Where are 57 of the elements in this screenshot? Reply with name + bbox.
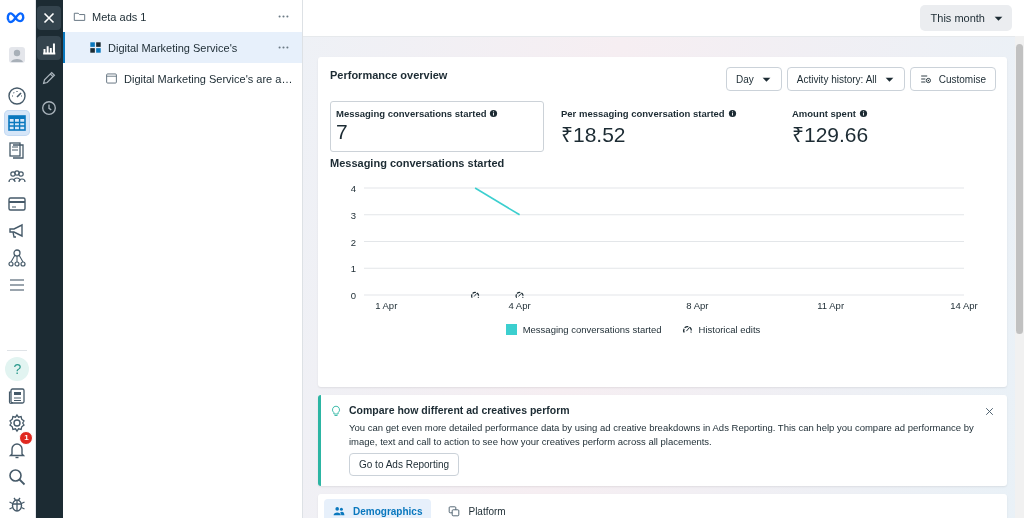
x-tick-label: 14 Apr (950, 300, 978, 311)
info-icon[interactable] (858, 109, 868, 118)
metric-tile[interactable]: Per messaging conversation started ₹18.52 (555, 101, 775, 152)
chart-title: Messaging conversations started (330, 157, 506, 169)
tree-item[interactable]: Meta ads 1 (63, 1, 302, 32)
y-tick-label: 0 (350, 290, 356, 301)
tree-label: Digital Marketing Service's are a… (124, 72, 293, 85)
legend-label: Messaging conversations started (522, 324, 662, 335)
dropdown-button[interactable]: Day (725, 67, 782, 91)
x-tick-label: 4 Apr (508, 300, 531, 311)
tip-title: Compare how different ad creatives perform (349, 404, 570, 416)
scrollbar[interactable] (1015, 36, 1024, 518)
tree-item[interactable]: Digital Marketing Service's are a… (63, 63, 302, 94)
metric-label: Per messaging conversation started (561, 108, 725, 119)
metric-value: ₹129.66 (792, 122, 870, 148)
date-range-dropdown[interactable]: This month (919, 5, 1012, 31)
sliders-icon (919, 73, 932, 85)
grid-icon (89, 41, 102, 54)
y-tick-label: 4 (350, 183, 356, 194)
info-icon[interactable] (489, 109, 499, 118)
x-tick-label: 1 Apr (375, 300, 398, 311)
table-icon[interactable] (4, 110, 31, 136)
tree-item[interactable]: Digital Marketing Service's (63, 32, 302, 63)
info-icon[interactable] (727, 109, 737, 118)
metric-value: 7 (336, 120, 349, 144)
x-tick-label: 8 Apr (686, 300, 709, 311)
metric-tile[interactable]: Messaging conversations started 7 (330, 101, 544, 152)
card-title: Performance overview (330, 69, 448, 81)
x-tick-label: 11 Apr (817, 300, 845, 311)
people-icon (333, 505, 345, 517)
edit-marker-icon (681, 324, 693, 335)
metric-value: ₹18.52 (561, 122, 627, 148)
y-tick-label: 3 (350, 209, 356, 221)
tree-label: Digital Marketing Service's (108, 41, 239, 54)
close-icon[interactable] (984, 406, 995, 417)
bar-chart-icon[interactable] (37, 36, 62, 60)
close-icon[interactable] (37, 6, 62, 30)
metric-label: Messaging conversations started (336, 108, 487, 119)
breakdown-tab[interactable]: Demographics (324, 499, 432, 518)
tree-label: Meta ads 1 (92, 10, 148, 23)
legend-label: Historical edits (698, 324, 761, 335)
lightbulb-icon (330, 405, 342, 417)
legend-swatch (505, 324, 517, 335)
tip-text: You can get even more detailed performance data by using ad creative breakdowns in Ads Reporting. This can help you compare ad performance by image, text and call to action to see how your creatives perform across all placements. (349, 421, 974, 448)
edit-marker-icon[interactable] (515, 291, 524, 299)
notification-badge: 1 (19, 431, 34, 445)
window-icon (105, 72, 118, 85)
customise-button[interactable]: Customise (909, 67, 996, 91)
metric-label: Amount spent (792, 108, 856, 119)
folder-icon (73, 10, 86, 23)
y-tick-label: 2 (350, 236, 356, 248)
breakdown-tab[interactable]: Platform (439, 499, 515, 518)
y-tick-label: 1 (350, 263, 356, 275)
ads-reporting-button[interactable]: Go to Ads Reporting (349, 453, 460, 476)
edit-marker-icon[interactable] (471, 291, 480, 299)
metric-tile[interactable]: Amount spent ₹129.66 (786, 101, 996, 152)
dropdown-button[interactable]: Activity history: All (786, 67, 905, 91)
